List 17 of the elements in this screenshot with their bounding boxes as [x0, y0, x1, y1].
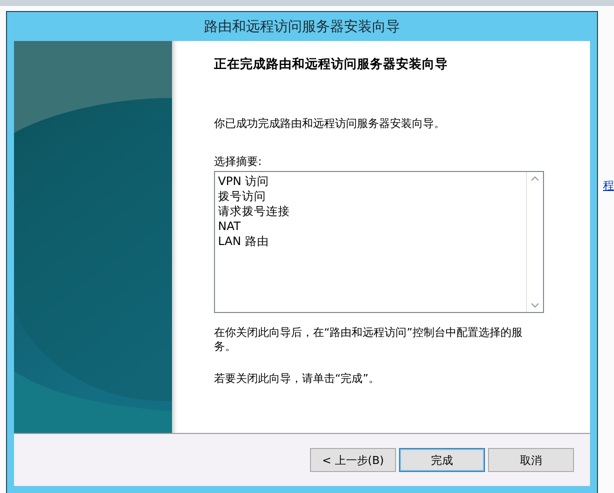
scroll-up-icon[interactable] — [531, 176, 539, 181]
summary-item: VPN 访问 — [218, 174, 270, 189]
note-text: 在你关闭此向导后，在“路由和远程访问”控制台中配置选择的服务。 — [214, 326, 524, 354]
scroll-down-icon[interactable] — [531, 303, 539, 308]
page-heading: 正在完成路由和远程访问服务器安装向导 — [214, 56, 449, 73]
dialog-button[interactable]: 完成 — [399, 448, 485, 472]
dialog-button[interactable]: 取消 — [488, 448, 574, 472]
intro-text: 你已成功完成路由和远程访问服务器安装向导。 — [214, 117, 446, 131]
summary-label: 选择摘要: — [214, 155, 263, 169]
summary-item: LAN 路由 — [218, 234, 270, 249]
summary-item: 拨号访问 — [218, 189, 267, 204]
dialog-button[interactable]: < 上一步(B) — [310, 448, 396, 472]
window-title: 路由和远程访问服务器安装向导 — [204, 18, 400, 36]
link[interactable]: 程 — [603, 178, 614, 193]
summary-item: 请求拨号连接 — [218, 204, 291, 219]
close-hint-text: 若要关闭此向导，请单击“完成”。 — [214, 372, 380, 386]
summary-item: NAT — [218, 219, 242, 234]
